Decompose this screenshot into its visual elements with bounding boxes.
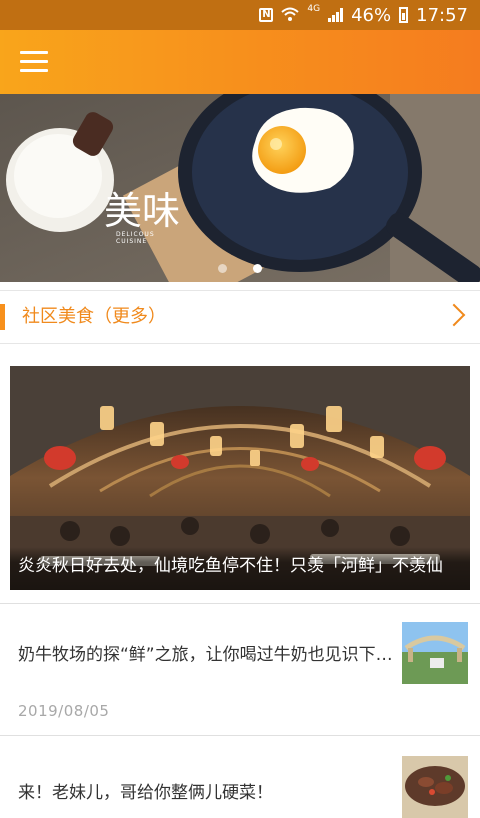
- featured-caption: 炎炎秋日好去处，仙境吃鱼停不住！只羡「河鲜」不羡仙: [10, 547, 470, 590]
- community-food-section-header[interactable]: 社区美食（更多）: [0, 290, 480, 344]
- chevron-right-icon[interactable]: [442, 303, 466, 327]
- network-type: 4G: [307, 4, 321, 14]
- carousel-dot-active[interactable]: [253, 264, 262, 273]
- article-list-item[interactable]: 来！老妹儿，哥给你整俩儿硬菜！: [0, 736, 480, 818]
- app-header: [0, 30, 480, 94]
- article-thumbnail: [402, 756, 468, 818]
- clock: 17:57: [416, 4, 468, 26]
- article-title: 奶牛牧场的探“鲜”之旅，让你喝过牛奶也见识下鲜奶的美味: [18, 645, 398, 665]
- section-title[interactable]: 社区美食（更多）: [22, 304, 166, 330]
- article-date: 2019/08/05: [18, 702, 110, 720]
- hamburger-menu-icon[interactable]: [20, 51, 48, 73]
- banner-image: 美味 DELICOUS CUISINE: [0, 94, 480, 282]
- banner-logo-text: 美味: [104, 189, 180, 233]
- battery-icon: [399, 7, 409, 23]
- carousel-dots: [0, 264, 480, 273]
- banner-carousel[interactable]: 美味 DELICOUS CUISINE: [0, 94, 480, 282]
- article-list-item[interactable]: 奶牛牧场的探“鲜”之旅，让你喝过牛奶也见识下鲜奶的美味 2019/08/05: [0, 604, 480, 735]
- nfc-icon: N: [259, 8, 274, 22]
- featured-article-card[interactable]: 炎炎秋日好去处，仙境吃鱼停不住！只羡「河鲜」不羡仙: [10, 366, 470, 590]
- wifi-icon: [281, 7, 300, 21]
- carousel-dot[interactable]: [218, 264, 227, 273]
- battery-percent: 46%: [351, 4, 392, 26]
- article-thumbnail: [402, 622, 468, 684]
- signal-icon: [328, 8, 344, 22]
- section-accent-bar: [0, 304, 5, 330]
- article-title: 来！老妹儿，哥给你整俩儿硬菜！: [18, 783, 273, 803]
- status-bar: N 4G 46% 17:57: [0, 0, 480, 30]
- svg-text:CUISINE: CUISINE: [116, 238, 147, 245]
- svg-text:DELICOUS: DELICOUS: [116, 231, 155, 238]
